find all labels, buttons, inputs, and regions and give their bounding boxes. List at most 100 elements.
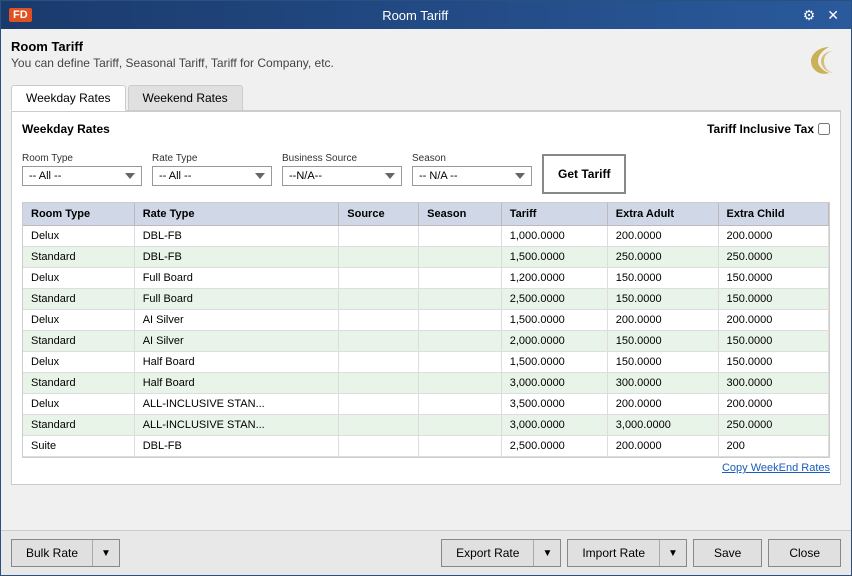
tabs: Weekday Rates Weekend Rates xyxy=(11,85,841,111)
cell-3-6: 150.0000 xyxy=(718,289,829,310)
cell-5-6: 150.0000 xyxy=(718,331,829,352)
cell-5-1: AI Silver xyxy=(134,331,339,352)
cell-3-3 xyxy=(419,289,502,310)
window-content: Room Tariff You can define Tariff, Seaso… xyxy=(1,29,851,530)
cell-8-5: 200.0000 xyxy=(607,394,718,415)
table-row[interactable]: StandardALL-INCLUSIVE STAN...3,000.00003… xyxy=(23,415,829,436)
header-text: Room Tariff You can define Tariff, Seaso… xyxy=(11,39,334,70)
settings-button[interactable]: ⚙ xyxy=(799,7,820,24)
table-row[interactable]: DeluxALL-INCLUSIVE STAN...3,500.0000200.… xyxy=(23,394,829,415)
import-rate-button[interactable]: Import Rate xyxy=(568,540,659,566)
business-source-select[interactable]: --N/A-- xyxy=(282,166,402,186)
tabs-container: Weekday Rates Weekend Rates Weekday Rate… xyxy=(11,85,841,485)
cell-8-0: Delux xyxy=(23,394,134,415)
panel-title-text: Weekday Rates xyxy=(22,122,110,136)
tab-weekend[interactable]: Weekend Rates xyxy=(128,85,243,110)
cell-8-6: 200.0000 xyxy=(718,394,829,415)
tariff-inclusive-checkbox[interactable] xyxy=(818,123,830,135)
cell-8-4: 3,500.0000 xyxy=(501,394,607,415)
cell-0-5: 200.0000 xyxy=(607,226,718,247)
room-type-label: Room Type xyxy=(22,153,142,164)
cell-0-0: Delux xyxy=(23,226,134,247)
table-row[interactable]: DeluxFull Board1,200.0000150.0000150.000… xyxy=(23,268,829,289)
bulk-rate-split-button: Bulk Rate ▼ xyxy=(11,539,120,567)
cell-3-2 xyxy=(339,289,419,310)
rate-type-select[interactable]: -- All -- xyxy=(152,166,272,186)
cell-9-2 xyxy=(339,415,419,436)
season-select[interactable]: -- N/A -- xyxy=(412,166,532,186)
table-row[interactable]: StandardHalf Board3,000.0000300.0000300.… xyxy=(23,373,829,394)
business-source-filter: Business Source --N/A-- xyxy=(282,153,402,186)
table-row[interactable]: SuiteDBL-FB2,500.0000200.0000200 xyxy=(23,436,829,457)
cell-7-5: 300.0000 xyxy=(607,373,718,394)
cell-9-0: Standard xyxy=(23,415,134,436)
title-bar: FD Room Tariff ⚙ ✕ xyxy=(1,1,851,29)
cell-6-1: Half Board xyxy=(134,352,339,373)
cell-2-3 xyxy=(419,268,502,289)
cell-9-4: 3,000.0000 xyxy=(501,415,607,436)
bulk-rate-button[interactable]: Bulk Rate xyxy=(12,540,92,566)
table-row[interactable]: DeluxAI Silver1,500.0000200.0000200.0000 xyxy=(23,310,829,331)
cell-6-3 xyxy=(419,352,502,373)
bulk-rate-dropdown[interactable]: ▼ xyxy=(92,540,119,566)
crescent-logo xyxy=(801,39,841,79)
business-source-label: Business Source xyxy=(282,153,402,164)
rate-type-label: Rate Type xyxy=(152,153,272,164)
col-tariff: Tariff xyxy=(501,203,607,226)
window-title: Room Tariff xyxy=(32,8,799,23)
cell-3-0: Standard xyxy=(23,289,134,310)
export-rate-dropdown[interactable]: ▼ xyxy=(533,540,560,566)
section-subtitle: You can define Tariff, Seasonal Tariff, … xyxy=(11,56,334,70)
copy-weekend-link[interactable]: Copy WeekEnd Rates xyxy=(22,462,830,474)
col-room-type: Room Type xyxy=(23,203,134,226)
cell-6-6: 150.0000 xyxy=(718,352,829,373)
tariff-table-container[interactable]: Room Type Rate Type Source Season Tariff… xyxy=(22,202,830,458)
title-bar-controls: ⚙ ✕ xyxy=(799,7,843,24)
cell-4-4: 1,500.0000 xyxy=(501,310,607,331)
tab-weekday[interactable]: Weekday Rates xyxy=(11,85,126,111)
import-rate-dropdown[interactable]: ▼ xyxy=(659,540,686,566)
footer: Bulk Rate ▼ Export Rate ▼ Import Rate ▼ … xyxy=(1,530,851,575)
cell-8-3 xyxy=(419,394,502,415)
table-row[interactable]: StandardFull Board2,500.0000150.0000150.… xyxy=(23,289,829,310)
room-type-filter: Room Type -- All -- xyxy=(22,153,142,186)
col-source: Source xyxy=(339,203,419,226)
close-button[interactable]: ✕ xyxy=(823,7,843,24)
main-panel: Weekday Rates Tariff Inclusive Tax Room … xyxy=(11,111,841,485)
cell-7-4: 3,000.0000 xyxy=(501,373,607,394)
table-row[interactable]: StandardAI Silver2,000.0000150.0000150.0… xyxy=(23,331,829,352)
table-body: DeluxDBL-FB1,000.0000200.0000200.0000Sta… xyxy=(23,226,829,457)
cell-6-0: Delux xyxy=(23,352,134,373)
cell-7-6: 300.0000 xyxy=(718,373,829,394)
cell-1-6: 250.0000 xyxy=(718,247,829,268)
table-row[interactable]: StandardDBL-FB1,500.0000250.0000250.0000 xyxy=(23,247,829,268)
cell-10-2 xyxy=(339,436,419,457)
save-button[interactable]: Save xyxy=(693,539,762,567)
export-rate-button[interactable]: Export Rate xyxy=(442,540,533,566)
cell-2-2 xyxy=(339,268,419,289)
cell-10-3 xyxy=(419,436,502,457)
footer-right: Export Rate ▼ Import Rate ▼ Save Close xyxy=(441,539,841,567)
table-header-row: Room Type Rate Type Source Season Tariff… xyxy=(23,203,829,226)
cell-2-4: 1,200.0000 xyxy=(501,268,607,289)
cell-1-0: Standard xyxy=(23,247,134,268)
close-button-footer[interactable]: Close xyxy=(768,539,841,567)
tariff-table: Room Type Rate Type Source Season Tariff… xyxy=(23,203,829,457)
cell-4-1: AI Silver xyxy=(134,310,339,331)
export-rate-split-button: Export Rate ▼ xyxy=(441,539,561,567)
cell-0-4: 1,000.0000 xyxy=(501,226,607,247)
title-bar-left: FD xyxy=(9,8,32,22)
app-logo: FD xyxy=(9,8,32,22)
table-row[interactable]: DeluxHalf Board1,500.0000150.0000150.000… xyxy=(23,352,829,373)
season-label: Season xyxy=(412,153,532,164)
get-tariff-button[interactable]: Get Tariff xyxy=(542,154,626,194)
table-row[interactable]: DeluxDBL-FB1,000.0000200.0000200.0000 xyxy=(23,226,829,247)
cell-7-0: Standard xyxy=(23,373,134,394)
cell-6-4: 1,500.0000 xyxy=(501,352,607,373)
cell-2-5: 150.0000 xyxy=(607,268,718,289)
cell-9-5: 3,000.0000 xyxy=(607,415,718,436)
cell-2-0: Delux xyxy=(23,268,134,289)
col-extra-adult: Extra Adult xyxy=(607,203,718,226)
header-section: Room Tariff You can define Tariff, Seaso… xyxy=(11,39,841,79)
room-type-select[interactable]: -- All -- xyxy=(22,166,142,186)
